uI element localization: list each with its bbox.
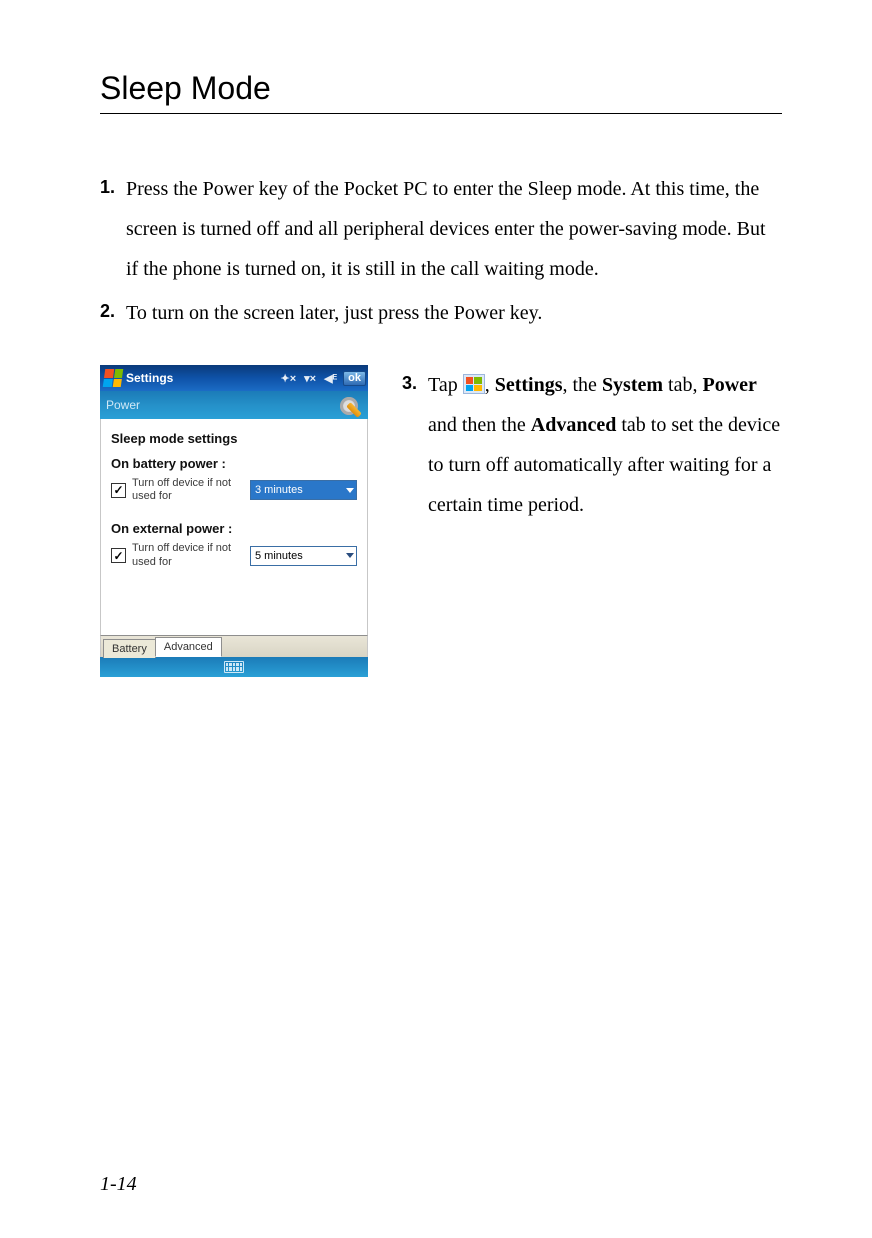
signal-icon[interactable]: ▾× <box>302 372 318 385</box>
step-1: 1. Press the Power key of the Pocket PC … <box>100 169 782 289</box>
battery-row: Turn off device if not used for 3 minute… <box>111 477 357 503</box>
t: , <box>485 374 495 396</box>
panel-body: Sleep mode settings On battery power : T… <box>100 419 368 595</box>
battery-cb-label: Turn off device if not used for <box>132 477 244 503</box>
start-flag-icon[interactable] <box>103 369 124 387</box>
dropdown-arrow-icon <box>346 488 354 493</box>
instruction-list: 1. Press the Power key of the Pocket PC … <box>100 169 782 333</box>
step-text: Tap , Settings, the System tab, Power an… <box>428 365 782 525</box>
battery-minutes-select[interactable]: 3 minutes <box>250 480 357 500</box>
battery-checkbox[interactable] <box>111 483 126 498</box>
t-bold: Settings <box>495 374 563 396</box>
step-number: 1. <box>100 169 126 289</box>
external-section-label: On external power : <box>111 521 357 536</box>
tab-battery[interactable]: Battery <box>103 639 156 658</box>
dropdown-arrow-icon <box>346 553 354 558</box>
step-number: 2. <box>100 293 126 333</box>
t-bold: Power <box>702 374 756 396</box>
pocketpc-screenshot: Settings ✦× ▾× ◀ᴱ ok Power Sleep mode se… <box>100 365 368 677</box>
t: Tap <box>428 374 463 396</box>
page-number: 1-14 <box>100 1173 137 1196</box>
step-text: To turn on the screen later, just press … <box>126 293 782 333</box>
step-2: 2. To turn on the screen later, just pre… <box>100 293 782 333</box>
step-3-column: 3. Tap , Settings, the System tab, Power… <box>402 365 782 529</box>
external-cb-label: Turn off device if not used for <box>132 542 244 568</box>
tab-advanced[interactable]: Advanced <box>155 637 222 657</box>
tab-bar: Battery Advanced <box>100 635 368 657</box>
keyboard-icon[interactable] <box>224 661 244 673</box>
step-text: Press the Power key of the Pocket PC to … <box>126 169 782 289</box>
external-row: Turn off device if not used for 5 minute… <box>111 542 357 568</box>
settings-gear-icon <box>338 393 364 419</box>
panel-heading: Sleep mode settings <box>111 431 357 446</box>
sub-titlebar: Power <box>100 391 368 419</box>
panel-label: Power <box>106 398 140 412</box>
page-title: Sleep Mode <box>100 70 782 114</box>
volume-icon[interactable]: ◀ᴱ <box>322 372 339 385</box>
t: , the <box>563 374 602 396</box>
titlebar-title: Settings <box>126 371 173 385</box>
step-number: 3. <box>402 365 428 525</box>
t-bold: System <box>602 374 663 396</box>
t: tab, <box>663 374 702 396</box>
ok-button[interactable]: ok <box>343 371 366 386</box>
battery-minutes-value: 3 minutes <box>255 484 303 496</box>
titlebar: Settings ✦× ▾× ◀ᴱ ok <box>100 365 368 391</box>
t-bold: Advanced <box>531 414 617 436</box>
connectivity-icon[interactable]: ✦× <box>279 372 299 385</box>
external-minutes-value: 5 minutes <box>255 550 303 562</box>
external-checkbox[interactable] <box>111 548 126 563</box>
step-3: 3. Tap , Settings, the System tab, Power… <box>402 365 782 525</box>
start-flag-icon <box>463 374 485 394</box>
battery-section-label: On battery power : <box>111 456 357 471</box>
bottom-bar <box>100 657 368 677</box>
t: and then the <box>428 414 531 436</box>
external-minutes-select[interactable]: 5 minutes <box>250 546 357 566</box>
